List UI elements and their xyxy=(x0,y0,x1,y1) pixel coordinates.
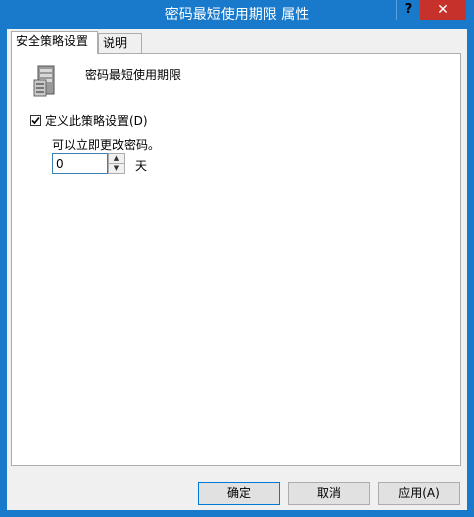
title-bar[interactable]: 密码最短使用期限 属性 ? ✕ xyxy=(0,0,474,26)
days-input[interactable] xyxy=(52,153,108,174)
chevron-down-icon[interactable]: ▼ xyxy=(109,164,124,173)
days-unit-label: 天 xyxy=(135,159,148,173)
dialog-client: 安全策略设置 说明 密码最短使用期限 定义此策略设置(D) 可以立即更改密码。 … xyxy=(7,29,467,510)
properties-dialog: 密码最短使用期限 属性 ? ✕ 安全策略设置 说明 密码最短使用期限 定义此策略… xyxy=(0,0,474,517)
apply-button[interactable]: 应用(A) xyxy=(378,482,460,505)
close-button[interactable]: ✕ xyxy=(420,0,466,20)
tab-panel: 密码最短使用期限 定义此策略设置(D) 可以立即更改密码。 ▲ ▼ 天 xyxy=(11,53,461,466)
help-button[interactable]: ? xyxy=(396,0,420,20)
define-policy-checkbox[interactable] xyxy=(30,115,41,126)
define-policy-label[interactable]: 定义此策略设置(D) xyxy=(45,112,148,129)
server-policy-icon xyxy=(32,64,62,98)
days-stepper[interactable]: ▲ ▼ xyxy=(108,153,125,174)
setting-hint: 可以立即更改密码。 xyxy=(52,138,161,152)
ok-button[interactable]: 确定 xyxy=(198,482,280,505)
cancel-button[interactable]: 取消 xyxy=(288,482,370,505)
tab-explain[interactable]: 说明 xyxy=(98,33,142,53)
chevron-up-icon[interactable]: ▲ xyxy=(109,154,124,164)
policy-name: 密码最短使用期限 xyxy=(85,68,182,82)
tab-security-policy-setting[interactable]: 安全策略设置 xyxy=(11,31,98,54)
